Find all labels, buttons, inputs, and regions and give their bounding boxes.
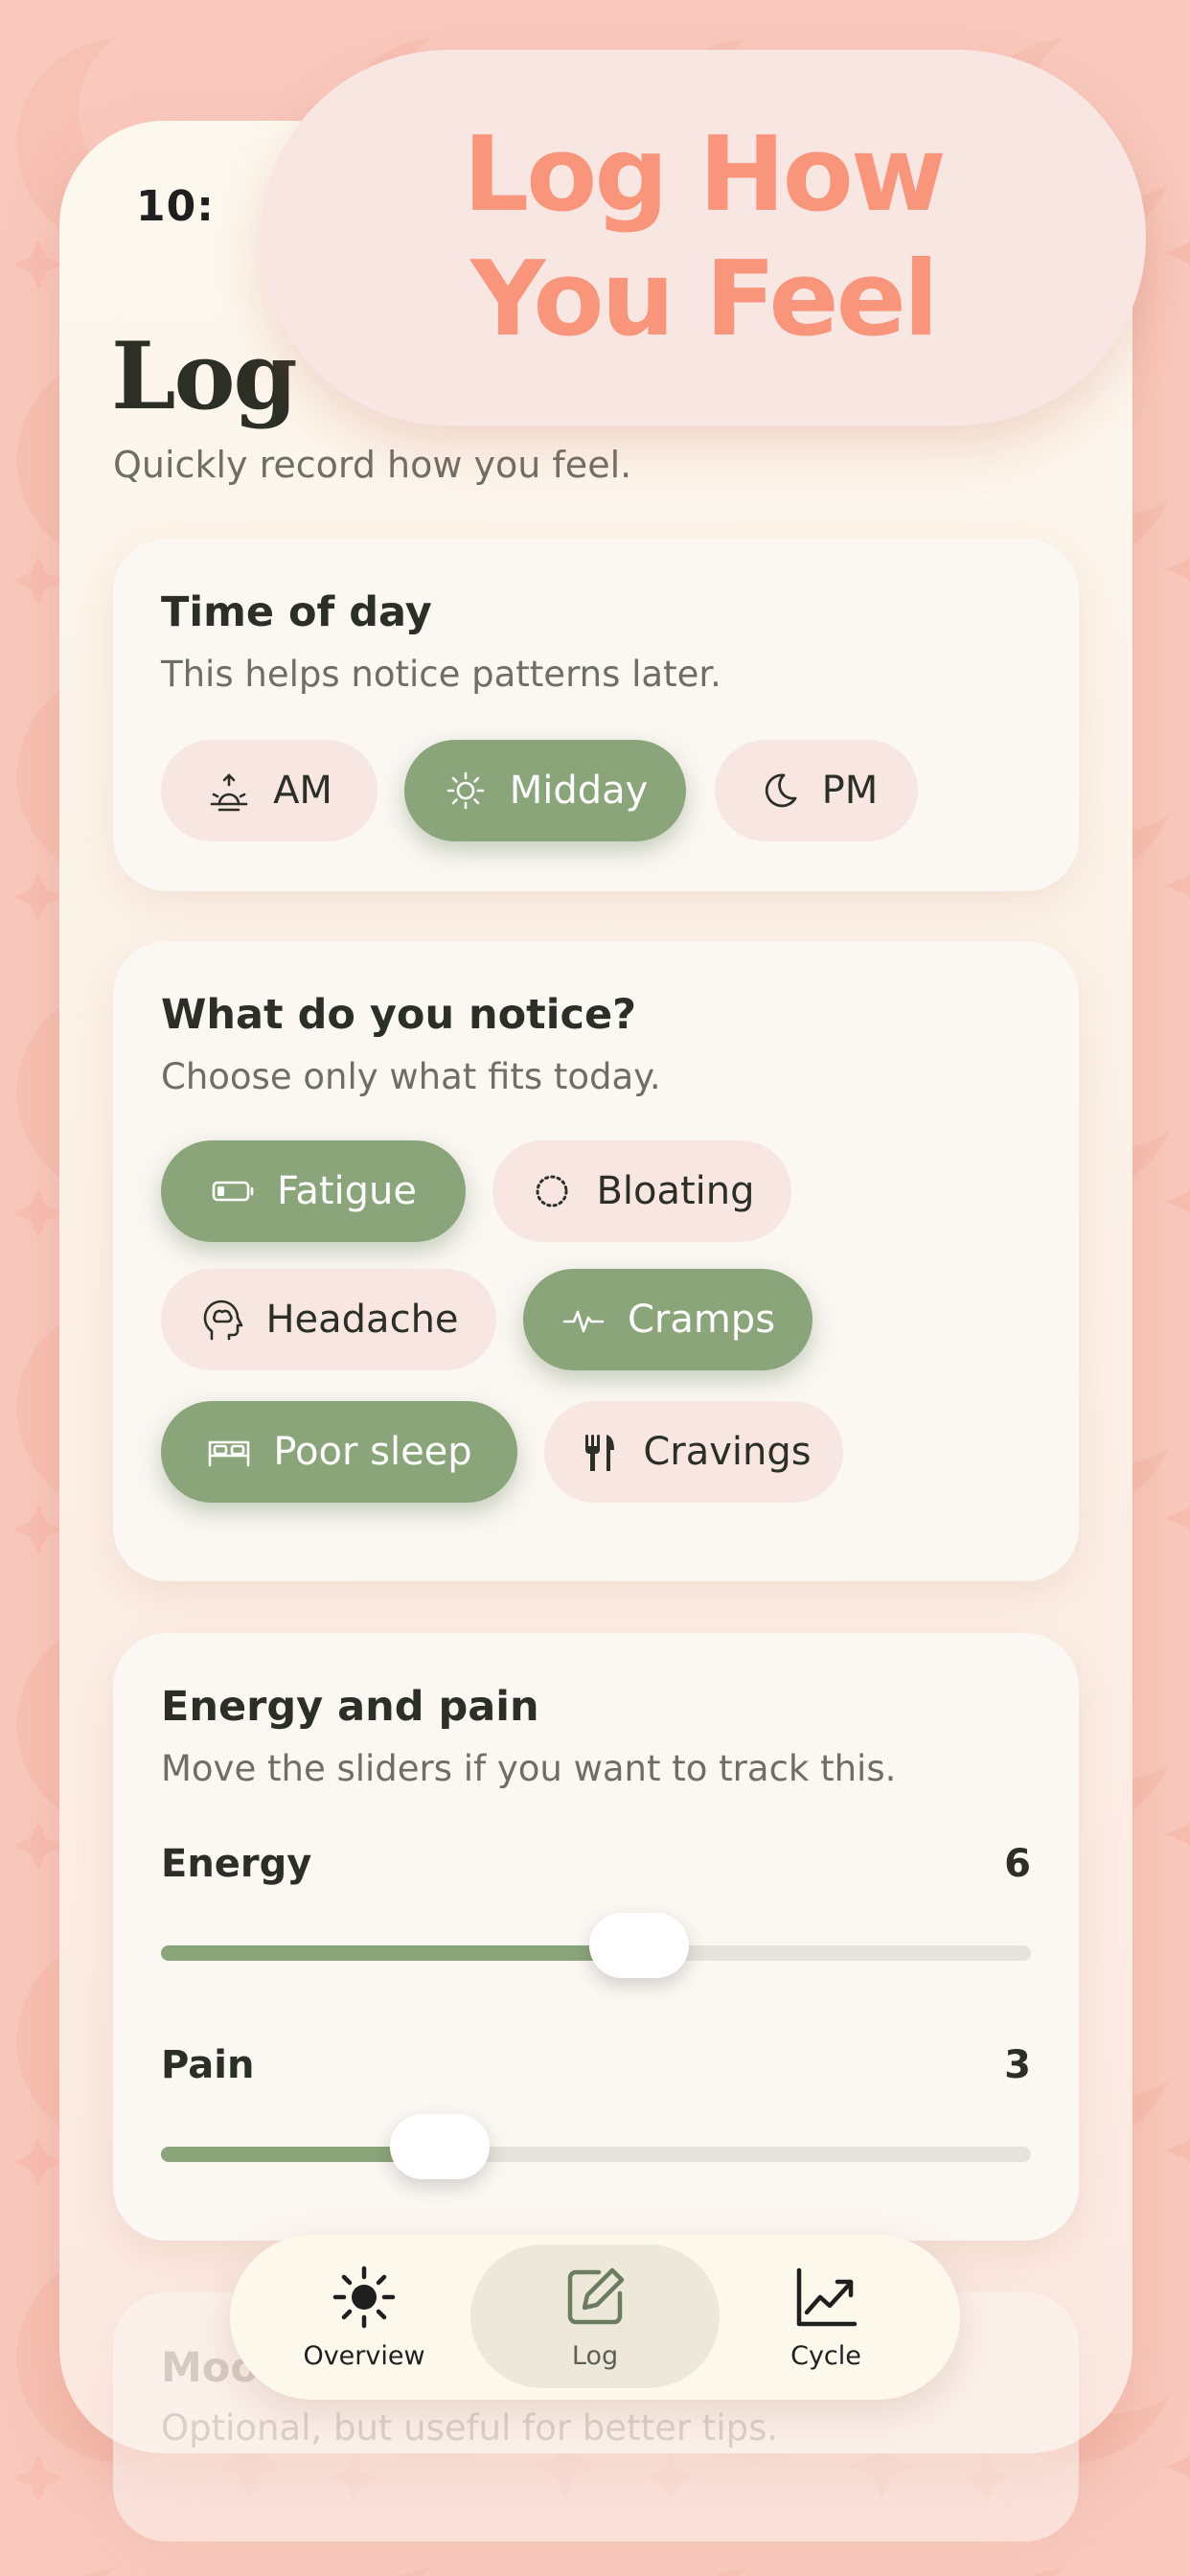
- tab-overview[interactable]: Overview: [240, 2244, 489, 2388]
- card-title: Time of day: [161, 588, 432, 636]
- sunrise-icon: [210, 773, 248, 812]
- promo-headline-line-2: You Feel: [470, 240, 939, 359]
- chip-label: AM: [273, 769, 332, 813]
- status-bar-time: 10:: [136, 182, 215, 231]
- moon-icon: [765, 773, 797, 808]
- card-title: Energy and pain: [161, 1683, 539, 1731]
- tab-label: Overview: [303, 2340, 425, 2371]
- card-subtitle: This helps notice patterns later.: [161, 654, 721, 695]
- page-subtitle: Quickly record how you feel.: [113, 444, 632, 486]
- chip-label: Cravings: [643, 1430, 812, 1474]
- sun-icon: [332, 2266, 396, 2328]
- fork-knife-icon: [585, 1435, 615, 1471]
- chip-label: Midday: [509, 769, 649, 813]
- chip-label: Cramps: [627, 1298, 776, 1342]
- time-option-pm[interactable]: PM: [715, 740, 918, 841]
- symptom-cramps[interactable]: Cramps: [523, 1269, 812, 1370]
- bottom-tab-bar: Overview Log Cycle: [230, 2235, 960, 2400]
- time-of-day-card: Time of day This helps notice patterns l…: [113, 539, 1079, 891]
- head-brain-icon: [204, 1300, 243, 1341]
- card-subtitle: Move the sliders if you want to track th…: [161, 1748, 897, 1789]
- tab-label: Cycle: [790, 2340, 861, 2371]
- chip-label: Poor sleep: [273, 1430, 472, 1474]
- page-title: Log: [111, 322, 298, 430]
- waveform-icon: [562, 1310, 605, 1333]
- pain-value: 3: [1004, 2043, 1031, 2087]
- tab-log[interactable]: Log: [470, 2244, 720, 2388]
- time-option-am[interactable]: AM: [161, 740, 378, 841]
- pain-label: Pain: [161, 2043, 255, 2087]
- symptom-fatigue[interactable]: Fatigue: [161, 1140, 466, 1242]
- pain-slider[interactable]: [161, 2114, 1031, 2179]
- symptom-poor-sleep[interactable]: Poor sleep: [161, 1401, 517, 1503]
- energy-value: 6: [1004, 1842, 1031, 1886]
- battery-low-icon: [212, 1181, 254, 1202]
- chip-label: Fatigue: [277, 1169, 417, 1213]
- card-subtitle: Choose only what fits today.: [161, 1056, 661, 1097]
- dotted-circle-icon: [536, 1175, 568, 1208]
- promo-headline-line-1: Log How: [463, 115, 946, 235]
- symptom-cravings[interactable]: Cravings: [544, 1401, 843, 1503]
- promo-headline-bubble: Log How You Feel: [261, 50, 1146, 426]
- tab-label: Log: [571, 2340, 619, 2371]
- chip-label: PM: [821, 769, 879, 813]
- energy-pain-card: Energy and pain Move the sliders if you …: [113, 1633, 1079, 2241]
- chart-line-up-icon: [796, 2267, 858, 2326]
- symptom-bloating[interactable]: Bloating: [492, 1140, 791, 1242]
- symptoms-card: What do you notice? Choose only what fit…: [113, 941, 1079, 1581]
- energy-slider-fill: [161, 1945, 640, 1961]
- energy-slider-thumb[interactable]: [589, 1913, 690, 1978]
- chip-label: Bloating: [596, 1169, 755, 1213]
- tab-cycle[interactable]: Cycle: [701, 2244, 950, 2388]
- card-subtitle: Optional, but useful for better tips.: [161, 2407, 779, 2449]
- energy-label: Energy: [161, 1842, 312, 1886]
- bed-icon: [209, 1440, 250, 1467]
- chip-label: Headache: [265, 1298, 459, 1342]
- energy-slider[interactable]: [161, 1913, 1031, 1978]
- pain-slider-thumb[interactable]: [389, 2114, 490, 2179]
- symptom-headache[interactable]: Headache: [161, 1269, 496, 1370]
- edit-square-icon: [567, 2267, 625, 2324]
- sun-icon: [446, 771, 485, 810]
- time-option-midday[interactable]: Midday: [404, 740, 686, 841]
- card-title: What do you notice?: [161, 991, 637, 1039]
